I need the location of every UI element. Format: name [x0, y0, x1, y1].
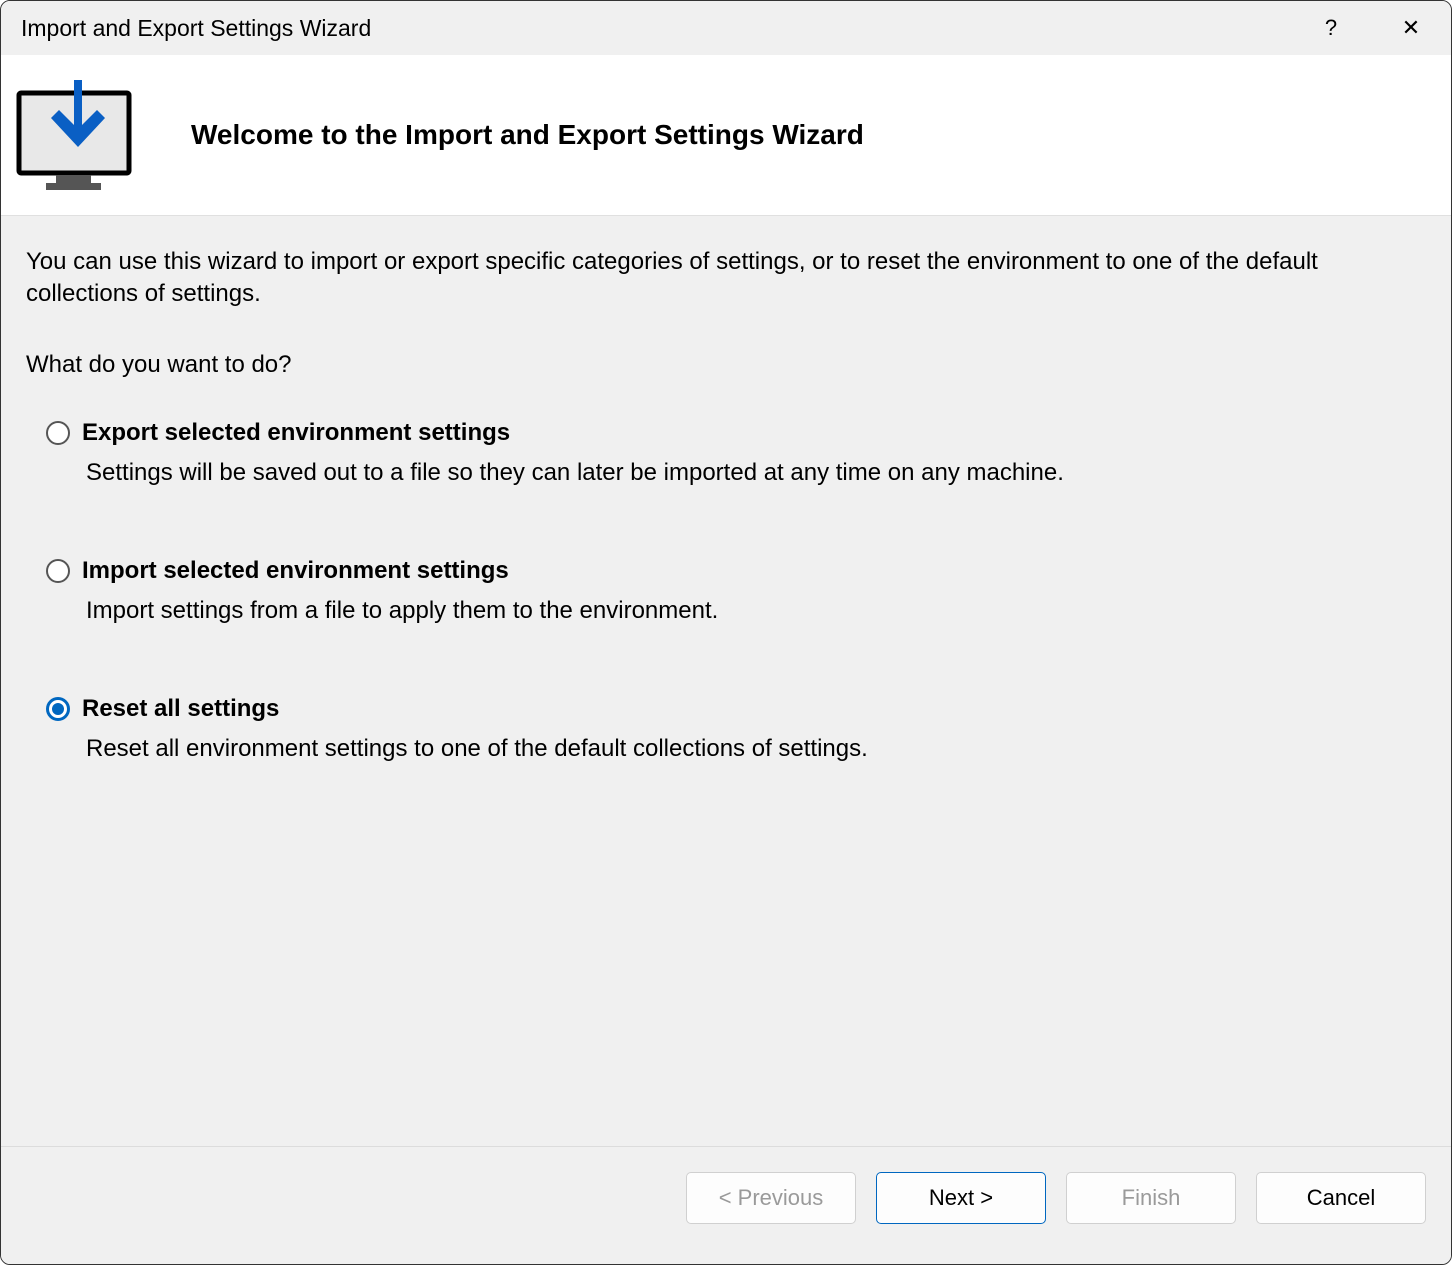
help-button[interactable]: ? — [1311, 13, 1351, 43]
wizard-description: You can use this wizard to import or exp… — [26, 246, 1426, 311]
titlebar: Import and Export Settings Wizard ? ✕ — [1, 1, 1451, 55]
radio-import[interactable] — [46, 559, 70, 583]
titlebar-buttons: ? ✕ — [1311, 13, 1431, 43]
radio-reset[interactable] — [46, 697, 70, 721]
import-monitor-icon — [11, 75, 141, 195]
option-import-title: Import selected environment settings — [82, 557, 509, 585]
wizard-prompt: What do you want to do? — [26, 351, 1426, 379]
previous-button: < Previous — [686, 1172, 856, 1224]
wizard-dialog: Import and Export Settings Wizard ? ✕ We… — [0, 0, 1452, 1265]
options-list: Export selected environment settings Set… — [26, 419, 1426, 763]
option-import[interactable]: Import selected environment settings Imp… — [46, 557, 1426, 625]
radio-export[interactable] — [46, 421, 70, 445]
dialog-title: Import and Export Settings Wizard — [21, 15, 371, 42]
option-reset[interactable]: Reset all settings Reset all environment… — [46, 695, 1426, 763]
option-reset-title: Reset all settings — [82, 695, 279, 723]
option-import-desc: Import settings from a file to apply the… — [46, 597, 1426, 625]
option-export-desc: Settings will be saved out to a file so … — [46, 459, 1426, 487]
footer: < Previous Next > Finish Cancel — [1, 1146, 1451, 1264]
option-export-title: Export selected environment settings — [82, 419, 510, 447]
content-area: You can use this wizard to import or exp… — [1, 216, 1451, 1146]
next-button[interactable]: Next > — [876, 1172, 1046, 1224]
welcome-title: Welcome to the Import and Export Setting… — [191, 119, 864, 151]
option-reset-desc: Reset all environment settings to one of… — [46, 735, 1426, 763]
close-button[interactable]: ✕ — [1391, 13, 1431, 43]
finish-button: Finish — [1066, 1172, 1236, 1224]
cancel-button[interactable]: Cancel — [1256, 1172, 1426, 1224]
header-banner: Welcome to the Import and Export Setting… — [1, 55, 1451, 216]
option-export[interactable]: Export selected environment settings Set… — [46, 419, 1426, 487]
